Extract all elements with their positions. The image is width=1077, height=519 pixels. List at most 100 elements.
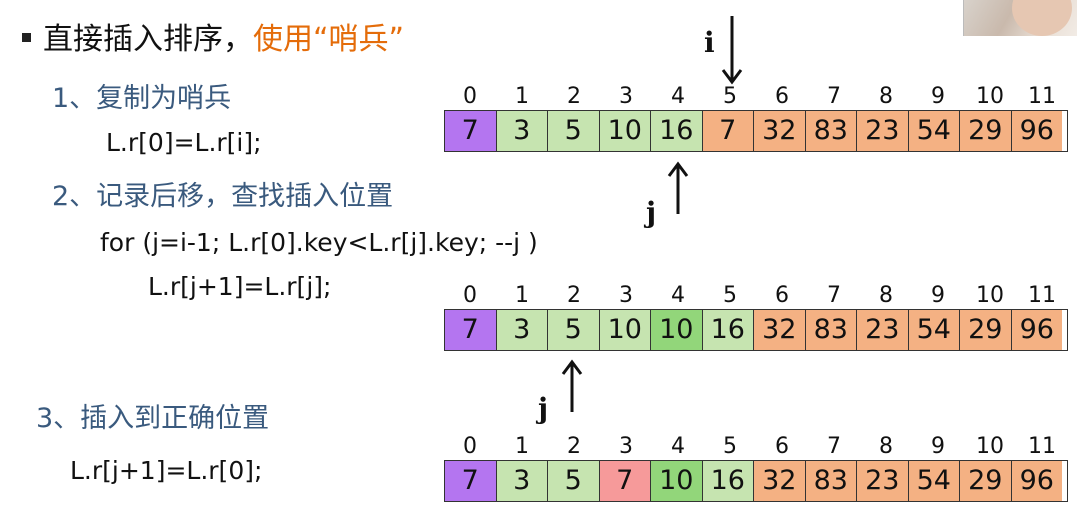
index-label: 0 — [463, 84, 477, 109]
array-cell: 96 — [1011, 310, 1062, 350]
array-cell: 10 — [651, 310, 703, 350]
down-arrow-icon — [721, 16, 743, 85]
step1-code: L.r[0]=L.r[i]; — [106, 128, 262, 157]
up-arrow-icon — [667, 161, 689, 214]
index-label: 3 — [619, 434, 633, 459]
array-cell: 5 — [548, 111, 600, 151]
title-accent: 使用“哨兵” — [253, 22, 405, 57]
array-cell: 29 — [960, 461, 1012, 501]
pointer-j-label: j — [646, 196, 657, 229]
array-cell: 10 — [599, 310, 651, 350]
index-label: 0 — [463, 283, 477, 308]
index-label: 2 — [567, 283, 581, 308]
index-label: 5 — [723, 84, 737, 109]
array-cell: 29 — [960, 111, 1012, 151]
index-label: 9 — [931, 434, 945, 459]
array-cell: 7 — [445, 461, 497, 501]
index-label: 5 — [723, 283, 737, 308]
step2-code-line1: for (j=i-1; L.r[0].key<L.r[j].key; --j ) — [100, 228, 538, 257]
array-cell: 83 — [805, 461, 857, 501]
array-cell: 3 — [496, 310, 548, 350]
index-label: 8 — [879, 84, 893, 109]
index-label: 3 — [619, 283, 633, 308]
index-label: 8 — [879, 434, 893, 459]
array-state-1: 0 1 2 3 4 5 6 7 8 9 10 11 7 3 5 10 16 7 32 83 23 54 29 96 — [444, 84, 1068, 152]
array-cell: 5 — [548, 310, 600, 350]
array-cell: 32 — [754, 310, 806, 350]
step2-code-line2: L.r[j+1]=L.r[j]; — [148, 272, 332, 301]
index-row: 0 1 2 3 4 5 6 7 8 9 10 11 — [444, 434, 1068, 460]
index-label: 7 — [827, 84, 841, 109]
array-cell: 83 — [805, 111, 857, 151]
array-cell: 23 — [857, 111, 909, 151]
array-cell: 29 — [960, 310, 1012, 350]
array-cell: 5 — [548, 461, 600, 501]
pointer-j-label: j — [538, 392, 549, 425]
index-label: 10 — [976, 283, 1004, 308]
array-state-3: 0 1 2 3 4 5 6 7 8 9 10 11 7 3 5 7 10 16 32 83 23 54 29 96 — [444, 434, 1068, 502]
array-cells: 7 3 5 10 10 16 32 83 23 54 29 96 — [444, 309, 1068, 351]
index-label: 0 — [463, 434, 477, 459]
index-row: 0 1 2 3 4 5 6 7 8 9 10 11 — [444, 283, 1068, 309]
index-label: 1 — [515, 84, 529, 109]
index-label: 11 — [1028, 434, 1056, 459]
index-label: 6 — [775, 434, 789, 459]
index-label: 4 — [671, 283, 685, 308]
slide-title: 直接插入排序，使用“哨兵” — [22, 14, 404, 58]
index-label: 11 — [1028, 84, 1056, 109]
index-row: 0 1 2 3 4 5 6 7 8 9 10 11 — [444, 84, 1068, 110]
array-state-2: 0 1 2 3 4 5 6 7 8 9 10 11 7 3 5 10 10 16 32 83 23 54 29 96 — [444, 283, 1068, 351]
up-arrow-icon — [561, 359, 583, 412]
array-cell: 32 — [754, 111, 806, 151]
pointer-i-label: i — [704, 26, 715, 59]
array-cell: 3 — [496, 461, 548, 501]
index-label: 6 — [775, 283, 789, 308]
array-cell: 54 — [908, 310, 960, 350]
index-label: 3 — [619, 84, 633, 109]
index-label: 1 — [515, 434, 529, 459]
presenter-video-thumbnail — [963, 0, 1077, 36]
array-cell: 7 — [599, 461, 651, 501]
bullet-icon — [22, 33, 31, 42]
index-label: 4 — [671, 84, 685, 109]
array-cell: 16 — [651, 111, 703, 151]
step3-code: L.r[j+1]=L.r[0]; — [70, 456, 263, 485]
array-cell: 7 — [445, 111, 497, 151]
array-cell: 83 — [805, 310, 857, 350]
index-label: 7 — [827, 434, 841, 459]
index-label: 1 — [515, 283, 529, 308]
index-label: 6 — [775, 84, 789, 109]
array-cell: 10 — [651, 461, 703, 501]
array-cell: 96 — [1011, 461, 1062, 501]
index-label: 4 — [671, 434, 685, 459]
array-cell: 32 — [754, 461, 806, 501]
title-prefix: 直接插入排序， — [43, 22, 253, 57]
array-cell: 16 — [702, 461, 754, 501]
array-cell: 23 — [857, 310, 909, 350]
index-label: 11 — [1028, 283, 1056, 308]
array-cell: 23 — [857, 461, 909, 501]
index-label: 8 — [879, 283, 893, 308]
index-label: 9 — [931, 283, 945, 308]
array-cell: 16 — [702, 310, 754, 350]
index-label: 7 — [827, 283, 841, 308]
array-cell: 96 — [1011, 111, 1062, 151]
array-cell: 54 — [908, 461, 960, 501]
step2-label: 2、记录后移，查找插入位置 — [52, 181, 394, 212]
array-cells: 7 3 5 10 16 7 32 83 23 54 29 96 — [444, 110, 1068, 152]
array-cell: 7 — [445, 310, 497, 350]
index-label: 10 — [976, 434, 1004, 459]
array-cell: 54 — [908, 111, 960, 151]
index-label: 2 — [567, 434, 581, 459]
index-label: 5 — [723, 434, 737, 459]
step3-label: 3、插入到正确位置 — [36, 403, 270, 434]
index-label: 10 — [976, 84, 1004, 109]
array-cell: 3 — [496, 111, 548, 151]
index-label: 9 — [931, 84, 945, 109]
presenter-face — [1012, 0, 1072, 36]
step1-label: 1、复制为哨兵 — [52, 83, 232, 114]
array-cells: 7 3 5 7 10 16 32 83 23 54 29 96 — [444, 460, 1068, 502]
index-label: 2 — [567, 84, 581, 109]
array-cell: 10 — [599, 111, 651, 151]
array-cell: 7 — [702, 111, 754, 151]
